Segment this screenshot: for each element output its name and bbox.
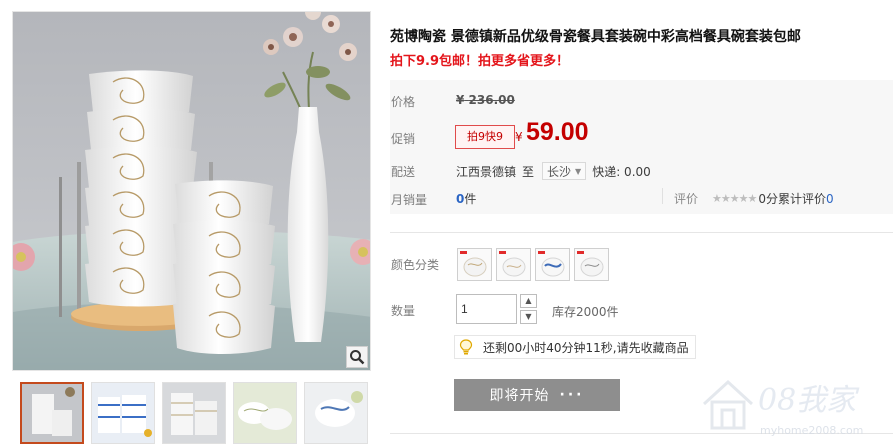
quantity-decrease-button[interactable]: ▼	[520, 310, 537, 324]
monthly-sales-label: 月销量	[391, 193, 428, 207]
divider	[390, 232, 893, 233]
divider	[662, 188, 663, 204]
price-label: 价格	[391, 95, 416, 109]
shipping-label: 配送	[391, 165, 416, 179]
original-price: ¥ 236.00	[456, 93, 515, 107]
thumbnail-strip	[12, 380, 374, 446]
rating-score: 0分	[758, 192, 778, 206]
express-fee: 快递: 0.00	[592, 164, 651, 179]
quantity-increase-button[interactable]: ▲	[520, 294, 537, 308]
original-yen: ¥	[456, 93, 465, 107]
rating-label: 评价	[674, 192, 699, 206]
countdown-tip: 还剩00小时40分钟11秒,请先收藏商品	[454, 335, 696, 359]
color-options	[457, 248, 609, 281]
product-title: 苑博陶瓷 景德镇新品优级骨瓷餐具套装碗中彩高档餐具碗套装包邮	[390, 29, 801, 45]
thumbnail-5[interactable]	[304, 382, 368, 444]
star-rating-icon: ★★★★★	[712, 192, 757, 205]
product-subtitle: 拍下9.9包邮！拍更多省更多！	[390, 54, 570, 69]
thumbnail-4[interactable]	[233, 382, 297, 444]
thumbnail-1[interactable]	[20, 382, 84, 444]
shipping-to: 至	[522, 164, 535, 179]
city-select[interactable]: 长沙 ▼	[542, 162, 587, 180]
promo-label: 促销	[391, 132, 416, 146]
color-swatch-1[interactable]	[457, 248, 492, 281]
review-count: 0	[825, 192, 834, 206]
city-value: 长沙	[547, 164, 572, 179]
magnifier-icon[interactable]	[346, 346, 368, 368]
product-info: 苑博陶瓷 景德镇新品优级骨瓷餐具套装碗中彩高档餐具碗套装包邮 拍下9.9包邮！拍…	[390, 0, 893, 446]
color-swatch-3[interactable]	[535, 248, 570, 281]
countdown-text: 还剩00小时40分钟11秒,请先收藏商品	[483, 340, 689, 355]
stock-info: 库存2000件	[552, 305, 619, 319]
main-product-image[interactable]	[12, 11, 371, 371]
color-label: 颜色分类	[391, 258, 440, 272]
review-link[interactable]: 累计评价0	[778, 190, 834, 207]
quantity-input[interactable]	[456, 294, 517, 324]
flag-icon	[499, 251, 506, 254]
flag-icon	[577, 251, 584, 254]
bowl-set-photo	[13, 12, 370, 370]
review-label: 累计评价	[777, 192, 826, 206]
quantity-label: 数量	[391, 304, 416, 318]
color-swatch-4[interactable]	[574, 248, 609, 281]
divider	[390, 433, 893, 434]
promo-tag: 拍9快9	[455, 125, 515, 149]
original-value: 236.00	[468, 93, 515, 107]
flag-icon	[538, 251, 545, 254]
thumbnail-2[interactable]	[91, 382, 155, 444]
shipping-origin: 江西景德镇	[456, 164, 517, 179]
promo-price: 59.00	[526, 118, 589, 146]
buy-button-label: 即将开始	[489, 388, 550, 404]
price-panel: 价格 ¥ 236.00 促销 拍9快9 ¥ 59.00 配送 江西景德镇 至 长…	[390, 80, 893, 214]
thumbnail-3[interactable]	[162, 382, 226, 444]
rating-info: 评价 ★★★★★ 0分 累计评价0	[674, 190, 834, 207]
promo-yen: ¥	[515, 130, 523, 144]
flag-icon	[460, 251, 467, 254]
coming-soon-button[interactable]: 即将开始 ···	[454, 379, 620, 411]
lightbulb-icon	[455, 336, 477, 358]
sales-unit: 件	[464, 192, 477, 206]
dots-icon: ···	[559, 387, 585, 403]
monthly-sales: 0件	[456, 190, 476, 207]
color-swatch-2[interactable]	[496, 248, 531, 281]
chevron-down-icon: ▼	[575, 166, 582, 176]
shipping-info: 江西景德镇 至 长沙 ▼ 快递: 0.00	[456, 162, 651, 180]
product-page: 苑博陶瓷 景德镇新品优级骨瓷餐具套装碗中彩高档餐具碗套装包邮 拍下9.9包邮！拍…	[0, 0, 893, 446]
